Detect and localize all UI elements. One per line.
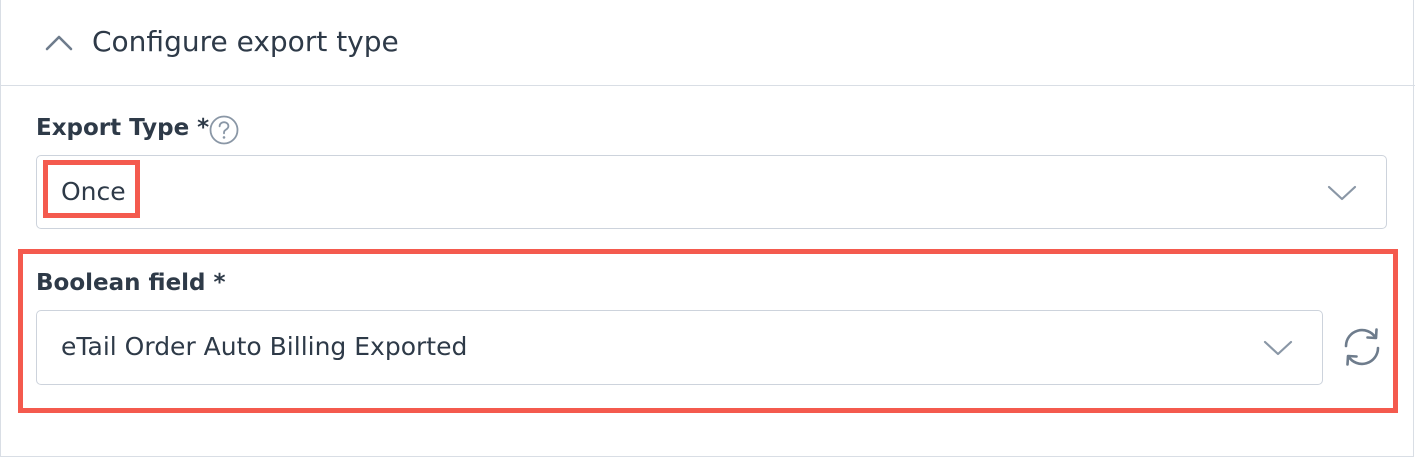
panel-title: Configure export type — [92, 25, 399, 58]
chevron-down-icon — [1327, 185, 1357, 201]
question-circle-icon[interactable] — [208, 114, 240, 146]
chevron-down-icon — [1263, 340, 1293, 356]
export-type-value: Once — [61, 177, 126, 206]
chevron-up-icon[interactable] — [43, 28, 75, 56]
boolean-field-value: eTail Order Auto Billing Exported — [61, 332, 468, 361]
export-type-panel: Configure export type Export Type * Once… — [0, 0, 1415, 457]
export-type-label: Export Type * — [36, 115, 210, 141]
panel-header[interactable]: Configure export type — [1, 0, 1415, 86]
boolean-field-label: Boolean field * — [36, 270, 226, 296]
refresh-icon[interactable] — [1339, 324, 1385, 370]
boolean-field-select[interactable]: eTail Order Auto Billing Exported — [36, 310, 1323, 385]
export-type-select[interactable]: Once — [36, 155, 1387, 229]
